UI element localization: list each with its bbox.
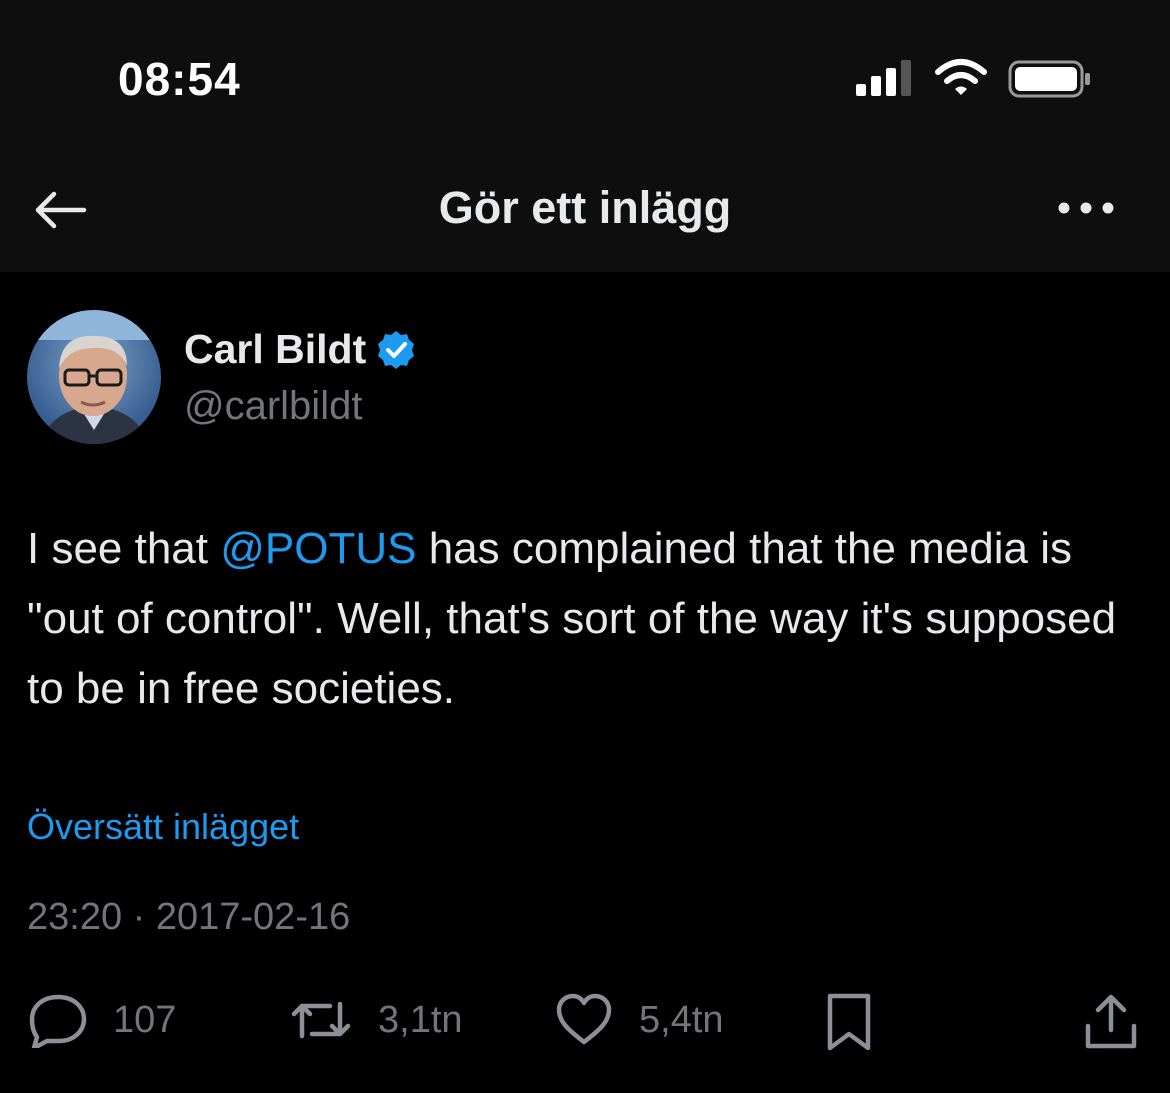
author-name[interactable]: Carl Bildt	[184, 326, 416, 373]
repost-icon	[291, 1001, 351, 1039]
author-name-text: Carl Bildt	[184, 326, 367, 372]
repost-button[interactable]: 3,1tn	[288, 992, 463, 1048]
more-horizontal-icon	[1058, 202, 1114, 214]
top-area: 08:54 Gör ett inlägg	[0, 0, 1170, 272]
reply-icon	[29, 994, 87, 1048]
repost-count: 3,1tn	[378, 998, 463, 1041]
wifi-icon	[935, 59, 987, 95]
like-count: 5,4tn	[639, 998, 724, 1041]
tweet-text: I see that @POTUS has complained that th…	[27, 514, 1137, 724]
status-time: 08:54	[118, 53, 241, 105]
heart-icon	[556, 993, 612, 1045]
avatar[interactable]	[27, 310, 161, 444]
page-title: Gör ett inlägg	[438, 182, 732, 233]
reply-button[interactable]: 107	[27, 992, 176, 1048]
action-bar: 107 3,1tn 5,4tn	[0, 984, 1170, 1054]
timestamp[interactable]: 23:20 · 2017-02-16	[27, 896, 350, 939]
battery-icon	[1008, 60, 1090, 98]
bookmark-button[interactable]	[818, 992, 880, 1052]
reply-count: 107	[113, 998, 177, 1041]
author-handle[interactable]: @carlbildt	[184, 384, 362, 429]
verified-badge-icon	[378, 330, 415, 369]
tweet-text-before: I see that	[27, 524, 221, 573]
share-icon	[1085, 994, 1137, 1049]
like-button[interactable]: 5,4tn	[553, 992, 724, 1048]
avatar-photo	[27, 310, 161, 444]
tweet: Carl Bildt @carlbildt I see that @POTUS …	[0, 272, 1170, 1093]
share-button[interactable]	[1080, 992, 1142, 1052]
more-options-button[interactable]	[1050, 182, 1122, 234]
cellular-signal-icon	[856, 60, 911, 96]
status-bar: 08:54	[0, 0, 1170, 150]
mention-link[interactable]: @POTUS	[220, 524, 416, 573]
translate-link[interactable]: Översätt inlägget	[27, 806, 299, 848]
bookmark-icon	[827, 993, 871, 1051]
nav-bar: Gör ett inlägg	[0, 150, 1170, 272]
